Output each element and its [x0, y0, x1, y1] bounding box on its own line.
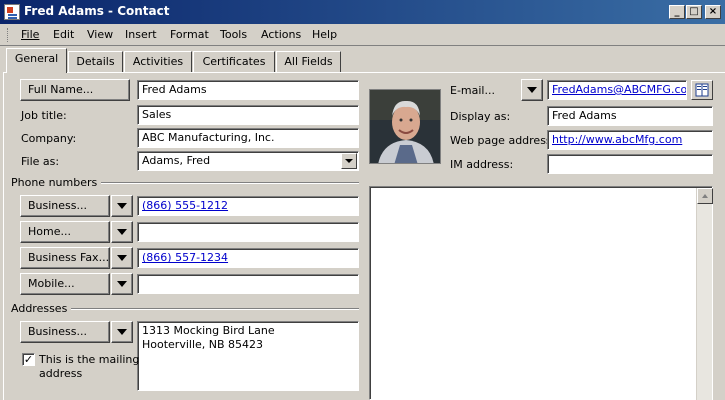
im-address-label: IM address:	[450, 158, 514, 171]
mailing-label-line-1: This is the mailing	[39, 353, 140, 366]
menu-bar: File Edit View Insert Format Tools Actio…	[0, 24, 725, 46]
scroll-up-button[interactable]	[697, 188, 713, 204]
dropdown-arrow-icon	[527, 87, 537, 93]
phone-section-label: Phone numbers	[11, 176, 102, 189]
dropdown-arrow-icon	[117, 329, 127, 335]
menu-tools[interactable]: Tools	[220, 28, 247, 41]
company-label: Company:	[21, 132, 77, 145]
phone-business-button[interactable]: Business...	[20, 195, 110, 217]
phone-business-field[interactable]: (866) 555-1212	[137, 196, 359, 216]
chevron-down-icon	[345, 159, 353, 163]
menu-insert[interactable]: Insert	[125, 28, 157, 41]
menu-actions[interactable]: Actions	[261, 28, 301, 41]
phone-mobile-field[interactable]	[137, 274, 359, 294]
contact-photo-image	[370, 90, 440, 163]
email-type-dropdown[interactable]	[521, 79, 543, 101]
address-type-button[interactable]: Business...	[20, 321, 110, 343]
notes-scrollbar[interactable]	[696, 188, 713, 400]
dropdown-arrow-icon	[117, 255, 127, 261]
phone-fax-dropdown[interactable]	[111, 247, 133, 269]
full-name-button[interactable]: Full Name...	[20, 79, 130, 101]
dropdown-arrow-icon	[117, 281, 127, 287]
phone-fax-field[interactable]: (866) 557-1234	[137, 248, 359, 268]
address-type-dropdown[interactable]	[111, 321, 133, 343]
tab-general[interactable]: General	[6, 48, 67, 73]
mailing-label-line-2: address	[39, 367, 83, 380]
menu-edit[interactable]: Edit	[53, 28, 74, 41]
mailing-address-label: This is the mailing address	[39, 353, 139, 381]
file-as-combo[interactable]: Adams, Fred	[137, 151, 359, 171]
file-as-dropdown-arrow[interactable]	[341, 153, 357, 169]
tab-certificates[interactable]: Certificates	[193, 51, 275, 72]
address-section-label: Addresses	[11, 302, 72, 315]
menu-view[interactable]: View	[87, 28, 113, 41]
file-as-label: File as:	[21, 155, 60, 168]
maximize-button[interactable]: □	[686, 5, 702, 19]
address-line-2: Hooterville, NB 85423	[142, 338, 264, 351]
company-field[interactable]: ABC Manufacturing, Inc.	[137, 128, 359, 148]
address-book-button[interactable]	[691, 80, 713, 100]
display-as-label: Display as:	[450, 110, 511, 123]
web-page-field[interactable]: http://www.abcMfg.com	[547, 130, 713, 150]
phone-business-dropdown[interactable]	[111, 195, 133, 217]
title-bar[interactable]: Fred Adams - Contact _ □ ×	[0, 0, 725, 24]
phone-home-dropdown[interactable]	[111, 221, 133, 243]
menu-grip[interactable]	[7, 28, 10, 42]
web-page-label: Web page address:	[450, 134, 556, 147]
phone-mobile-dropdown[interactable]	[111, 273, 133, 295]
email-label: E-mail...	[450, 84, 495, 97]
phone-home-field[interactable]	[137, 222, 359, 242]
scroll-up-icon	[702, 194, 708, 198]
address-book-icon	[695, 83, 709, 97]
email-field[interactable]: FredAdams@ABCMFG.com	[547, 80, 687, 100]
im-address-field[interactable]	[547, 154, 713, 174]
mailing-address-checkbox[interactable]: ✓	[22, 353, 35, 366]
window-title: Fred Adams - Contact	[24, 4, 170, 18]
dropdown-arrow-icon	[117, 229, 127, 235]
tab-details[interactable]: Details	[68, 51, 123, 72]
tab-all-fields[interactable]: All Fields	[276, 51, 341, 72]
address-line-1: 1313 Mocking Bird Lane	[142, 324, 275, 337]
display-as-field[interactable]: Fred Adams	[547, 106, 713, 126]
dropdown-arrow-icon	[117, 203, 127, 209]
phone-home-button[interactable]: Home...	[20, 221, 110, 243]
menu-file-label: File	[21, 28, 40, 41]
phone-fax-button[interactable]: Business Fax...	[20, 247, 110, 269]
notes-field[interactable]	[369, 186, 713, 400]
menu-help[interactable]: Help	[312, 28, 337, 41]
job-title-label: Job title:	[21, 109, 67, 122]
address-field[interactable]: 1313 Mocking Bird Lane Hooterville, NB 8…	[137, 321, 359, 391]
contact-photo[interactable]	[369, 89, 441, 164]
close-button[interactable]: ×	[705, 5, 721, 19]
job-title-field[interactable]: Sales	[137, 105, 359, 125]
menu-format[interactable]: Format	[170, 28, 209, 41]
phone-mobile-button[interactable]: Mobile...	[20, 273, 110, 295]
tab-activities[interactable]: Activities	[124, 51, 192, 72]
contact-app-icon[interactable]	[4, 4, 20, 20]
minimize-button[interactable]: _	[669, 5, 685, 19]
menu-file[interactable]: File	[21, 28, 39, 41]
full-name-field[interactable]: Fred Adams	[137, 80, 359, 100]
